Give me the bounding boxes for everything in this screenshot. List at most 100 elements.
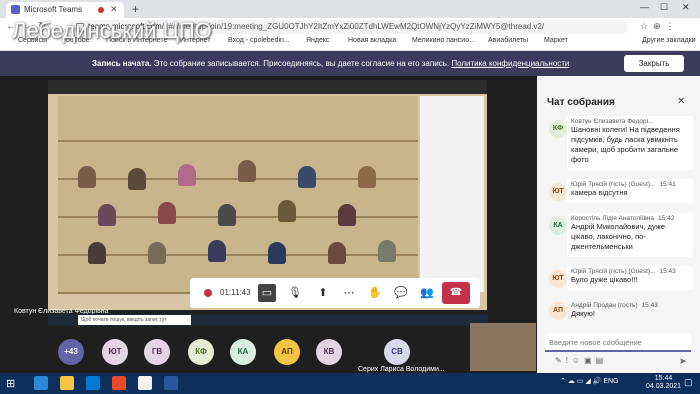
shared-taskbar: Щоб почати пошук, введіть запит тут — [48, 314, 488, 326]
notifications-icon[interactable]: ▢ — [684, 377, 693, 388]
participant-figure — [98, 204, 116, 226]
chrome-icon[interactable] — [138, 376, 152, 390]
close-chat-icon[interactable]: ✕ — [677, 96, 685, 107]
clock-date: 04.03.2021 — [646, 383, 682, 390]
participant-name: Серих Лариса Володими... — [358, 366, 445, 373]
new-tab-button[interactable]: + — [132, 2, 139, 16]
sender-name: Юрій Трясій (гість) (Guest)... — [571, 268, 656, 275]
close-tab-icon[interactable]: ✕ — [110, 4, 118, 15]
sender-name: Коростіль Лідія Анатоліївна — [571, 215, 655, 222]
screen-share — [48, 80, 487, 310]
close-window-icon[interactable]: ✕ — [682, 2, 690, 13]
send-icon[interactable]: ➤ — [679, 356, 687, 367]
recording-banner: Запись начата. Это собрание записывается… — [0, 51, 700, 76]
tab-title: Microsoft Teams — [24, 5, 83, 14]
store-icon[interactable] — [86, 376, 100, 390]
seat-row — [58, 116, 418, 142]
self-camera-tile — [470, 323, 536, 371]
bookmark-item[interactable]: Яндекс — [306, 37, 330, 44]
chat-message: КФ Ковтун Єлизавета Федорі... Шановні ко… — [545, 116, 697, 172]
message-text: Було дуже цікаво!!! — [571, 275, 638, 284]
participant-avatar[interactable]: КА — [230, 339, 256, 365]
mic-muted-icon[interactable]: 🎙 — [286, 284, 304, 302]
participant-figure — [148, 242, 166, 264]
call-timer: 01:11:43 — [220, 288, 251, 297]
message-time: 15:43 — [641, 302, 658, 309]
participant-figure — [278, 200, 296, 222]
participant-figure — [88, 242, 106, 264]
bookmark-item[interactable]: Меликино пансио... — [412, 37, 475, 44]
participant-figure — [298, 166, 316, 188]
bookmark-item[interactable]: Маркет — [544, 37, 568, 44]
share-screen-icon[interactable]: ⬆ — [314, 284, 332, 302]
chat-message-input[interactable]: Введите новое сообщение — [545, 334, 691, 352]
participant-figure — [178, 164, 196, 186]
meeting-chat-panel: Чат собрания ✕ КФ Ковтун Єлизавета Федор… — [537, 76, 700, 373]
watermark-text: Лебединський ЦПО — [12, 18, 212, 43]
participant-avatar[interactable]: ГВ — [144, 339, 170, 365]
chat-icon[interactable]: 💬 — [392, 284, 410, 302]
message-text: Андрій Миколайович, дуже цікаво, лаконіч… — [571, 222, 665, 251]
message-text: Дякую! — [571, 309, 595, 318]
file-explorer-icon[interactable] — [60, 376, 74, 390]
message-time: 15:41 — [659, 181, 676, 188]
clock-time: 15:44 — [654, 375, 673, 382]
recording-dot-icon — [204, 289, 212, 297]
opera-icon[interactable] — [112, 376, 126, 390]
bookmark-item[interactable]: Другие закладки — [642, 37, 696, 44]
browser-tab[interactable]: Microsoft Teams ✕ — [6, 2, 124, 18]
system-tray[interactable]: ⌃ ☁ ▭ ◢ 🔊 ENG — [560, 377, 618, 385]
sender-avatar: АП — [549, 302, 567, 320]
sender-name: Андрій Продан (гость) — [571, 302, 638, 309]
taskbar-clock[interactable]: 15:44 04.03.2021 — [646, 375, 681, 391]
close-banner-button[interactable]: Закрыть — [624, 55, 684, 72]
more-options-icon[interactable]: ⋯ — [340, 284, 358, 302]
hang-up-icon[interactable]: ☎ — [442, 282, 470, 304]
bookmark-item[interactable]: Авиабилеты — [488, 37, 528, 44]
word-icon[interactable] — [164, 376, 178, 390]
sender-name: Ковтун Єлизавета Федорі... — [571, 118, 654, 125]
windows-start-icon[interactable]: ⊞ — [6, 377, 15, 390]
participant-avatar[interactable]: СВ — [384, 339, 410, 365]
more-participants-avatar[interactable]: +43 — [58, 339, 84, 365]
shared-chat-panel — [420, 96, 484, 292]
maximize-icon[interactable]: ☐ — [660, 2, 668, 13]
banner-bold: Запись начата. — [92, 59, 152, 68]
chat-title: Чат собрания — [547, 97, 615, 108]
teams-icon — [11, 5, 20, 14]
browser-tab-bar: Microsoft Teams ✕ + — ☐ ✕ — [0, 0, 700, 18]
message-time: 15:43 — [659, 268, 676, 275]
participant-avatar[interactable]: ЮТ — [102, 339, 128, 365]
url-path: /_#/l/meetup-join/19:meeting_ZGU0OTJhY2I… — [161, 22, 545, 31]
camera-icon[interactable]: ▭ — [258, 284, 276, 302]
shared-gallery-view — [58, 96, 418, 294]
compose-toolbar-icons[interactable]: ✎!☺▣▤ — [555, 356, 607, 365]
minimize-icon[interactable]: — — [640, 2, 649, 12]
participant-figure — [378, 240, 396, 262]
privacy-link[interactable]: Политика конфиденциальности — [451, 59, 569, 68]
participant-figure — [128, 168, 146, 190]
call-controls: 01:11:43 ▭ 🎙 ⬆ ⋯ ✋ 💬 👥 ☎ — [190, 278, 480, 308]
participant-avatar[interactable]: КФ — [188, 339, 214, 365]
participants-icon[interactable]: 👥 — [418, 284, 436, 302]
chat-message: ЮТ Юрій Трясій (гість) (Guest)... 15:43 Б… — [545, 266, 697, 292]
participant-figure — [358, 166, 376, 188]
participant-figure — [78, 166, 96, 188]
raise-hand-icon[interactable]: ✋ — [366, 284, 384, 302]
bookmark-item[interactable]: Вход - cpolebedin... — [228, 37, 290, 44]
sender-avatar: ЮТ — [549, 183, 567, 201]
participant-figure — [328, 242, 346, 264]
participant-avatar[interactable]: КВ — [316, 339, 342, 365]
sender-avatar: КА — [549, 217, 567, 235]
edge-icon[interactable] — [34, 376, 48, 390]
participant-figure — [158, 202, 176, 224]
share-top-bar — [48, 80, 487, 94]
shared-search-box: Щоб почати пошук, введіть запит тут — [78, 315, 191, 325]
participant-figure — [338, 204, 356, 226]
language-indicator[interactable]: ENG — [603, 378, 618, 385]
participant-avatar[interactable]: АП — [274, 339, 300, 365]
sender-avatar: ЮТ — [549, 270, 567, 288]
seat-row — [58, 230, 418, 256]
extension-icons[interactable]: ☆⊕⋮ — [640, 21, 680, 32]
bookmark-item[interactable]: Новая вкладка — [348, 37, 396, 44]
